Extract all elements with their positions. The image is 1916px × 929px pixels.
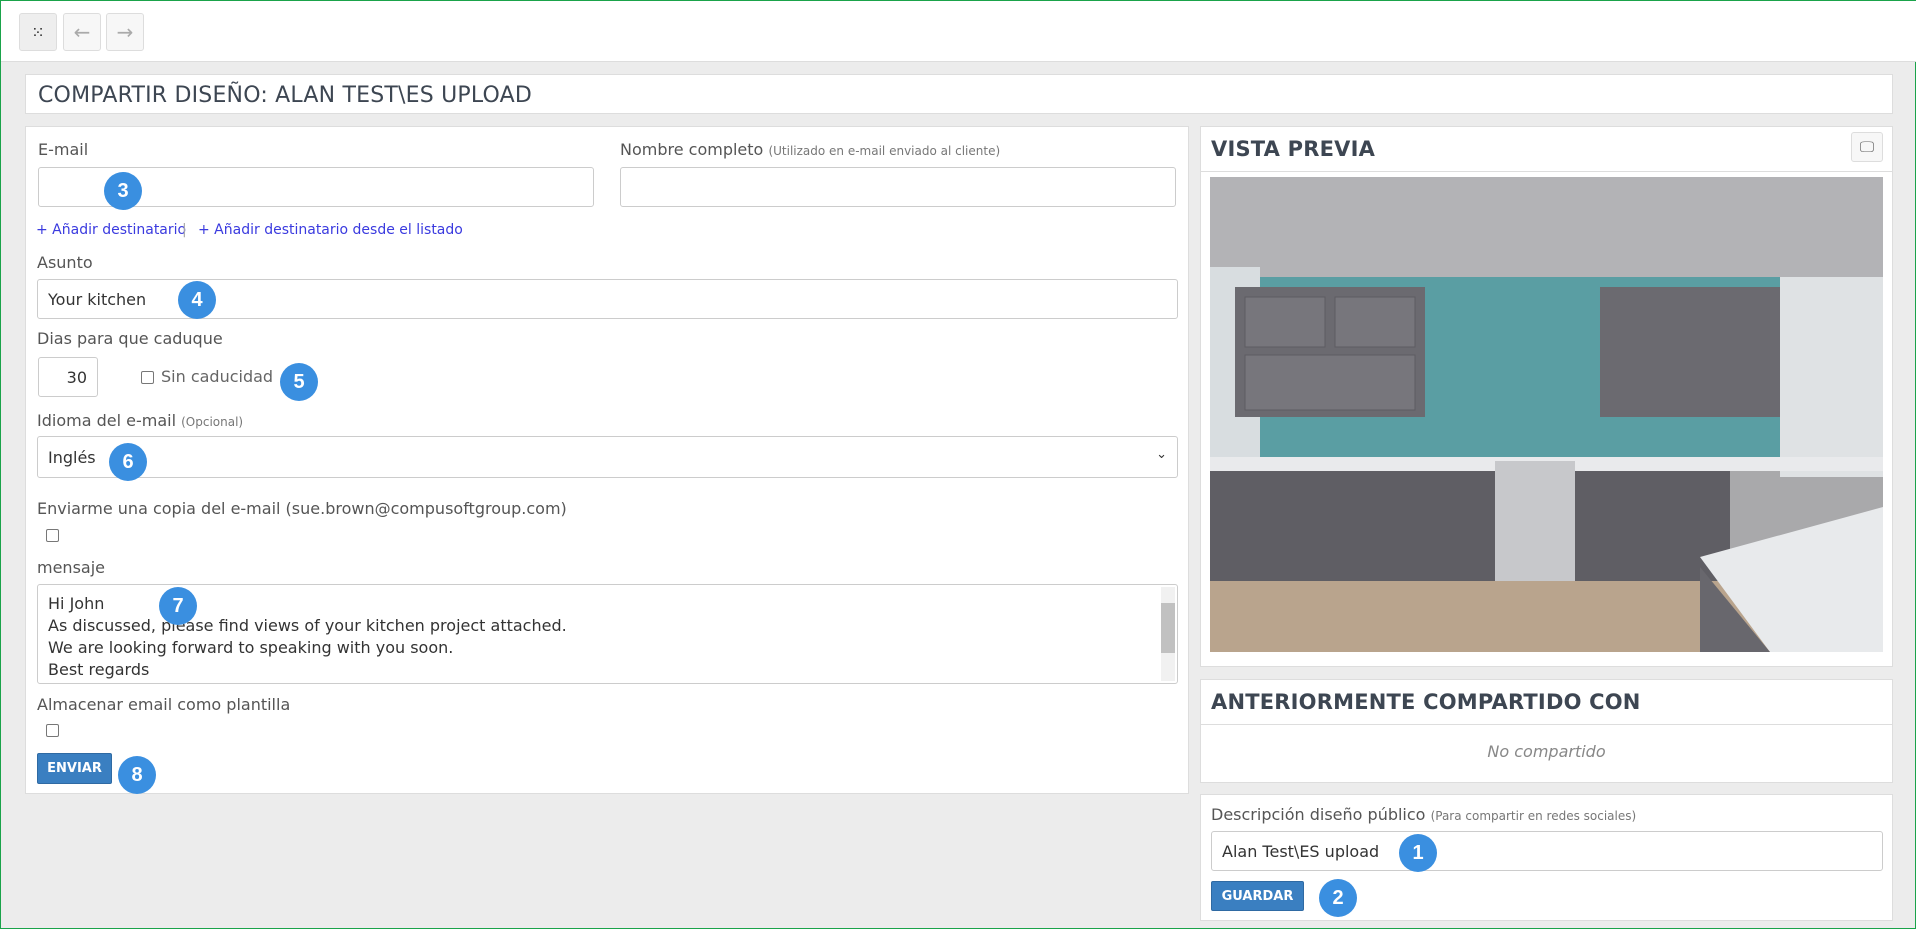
add-recipient-link[interactable]: + Añadir destinatario [36,222,186,238]
no-expiry-label: Sin caducidad [161,367,274,386]
template-checkbox[interactable] [46,724,59,737]
message-line: As discussed, please find views of your … [48,616,567,635]
preview-title: VISTA PREVIA [1211,137,1376,161]
public-label-text: Descripción diseño público [1211,805,1426,824]
fullscreen-button[interactable]: 🖵 [1851,132,1883,162]
send-button[interactable]: ENVIAR [37,753,112,784]
apps-grid-button[interactable]: ⁙ [19,13,57,51]
save-button[interactable]: GUARDAR [1211,881,1304,911]
scrollbar-thumb[interactable] [1161,603,1175,653]
message-line: Best regards [48,660,150,679]
step-badge-6: 6 [109,443,147,481]
step-badge-7: 7 [159,587,197,625]
message-label: mensaje [37,558,105,577]
step-badge-1: 1 [1399,834,1437,872]
language-select[interactable]: Inglés ⌄ [37,436,1178,478]
fullname-hint: (Utilizado en e-mail enviado al cliente) [768,144,1001,158]
template-label: Almacenar email como plantilla [37,695,291,714]
shared-empty-text: No compartido [1487,742,1606,761]
step-badge-3: 3 [104,172,142,210]
days-label: Dias para que caduque [37,329,223,348]
kitchen-preview-image [1210,177,1883,652]
chevron-down-icon: ⌄ [1156,447,1167,462]
public-label: Descripción diseño público (Para compart… [1211,805,1636,824]
monitor-icon: 🖵 [1859,138,1875,156]
title-panel: COMPARTIR DISEÑO: ALAN TEST\ES UPLOAD [25,74,1893,114]
copy-label: Enviarme una copia del e-mail (sue.brown… [37,499,567,518]
grid-icon: ⁙ [31,22,45,42]
arrow-left-icon: ← [73,20,91,44]
days-input[interactable]: 30 [38,357,98,397]
shared-title: ANTERIORMENTE COMPARTIDO CON [1211,690,1641,714]
fullname-input[interactable] [620,167,1176,207]
back-button[interactable]: ← [63,13,101,51]
fullname-label: Nombre completo (Utilizado en e-mail env… [620,140,1000,159]
top-toolbar [1,1,1916,62]
language-selected-value: Inglés [48,447,96,467]
message-line: We are looking forward to speaking with … [48,638,454,657]
add-from-list-link[interactable]: + Añadir destinatario desde el listado [198,222,463,238]
forward-button[interactable]: → [106,13,144,51]
preview-panel: VISTA PREVIA 🖵 [1200,126,1893,667]
arrow-right-icon: → [116,20,134,44]
step-badge-5: 5 [280,363,318,401]
public-description-input[interactable]: Alan Test\ES upload [1211,831,1883,871]
language-label-text: Idioma del e-mail [37,411,177,430]
language-label: Idioma del e-mail (Opcional) [37,411,243,430]
page-title: COMPARTIR DISEÑO: ALAN TEST\ES UPLOAD [38,83,533,108]
public-description-panel: Descripción diseño público (Para compart… [1200,794,1893,921]
scrollbar[interactable] [1161,587,1175,681]
step-badge-4: 4 [178,281,216,319]
no-expiry-checkbox[interactable] [141,371,154,384]
step-badge-2: 2 [1319,879,1357,917]
language-hint: (Opcional) [181,415,244,429]
link-separator: | [182,222,187,238]
previously-shared-panel: ANTERIORMENTE COMPARTIDO CON No comparti… [1200,679,1893,783]
email-label: E-mail [38,140,89,159]
message-line: Hi John [48,594,105,613]
step-badge-8: 8 [118,756,156,794]
fullname-label-text: Nombre completo [620,140,764,159]
message-textarea[interactable]: Hi John As discussed, please find views … [37,584,1178,684]
subject-label: Asunto [37,253,93,272]
public-hint: (Para compartir en redes sociales) [1430,809,1637,823]
copy-checkbox[interactable] [46,529,59,542]
